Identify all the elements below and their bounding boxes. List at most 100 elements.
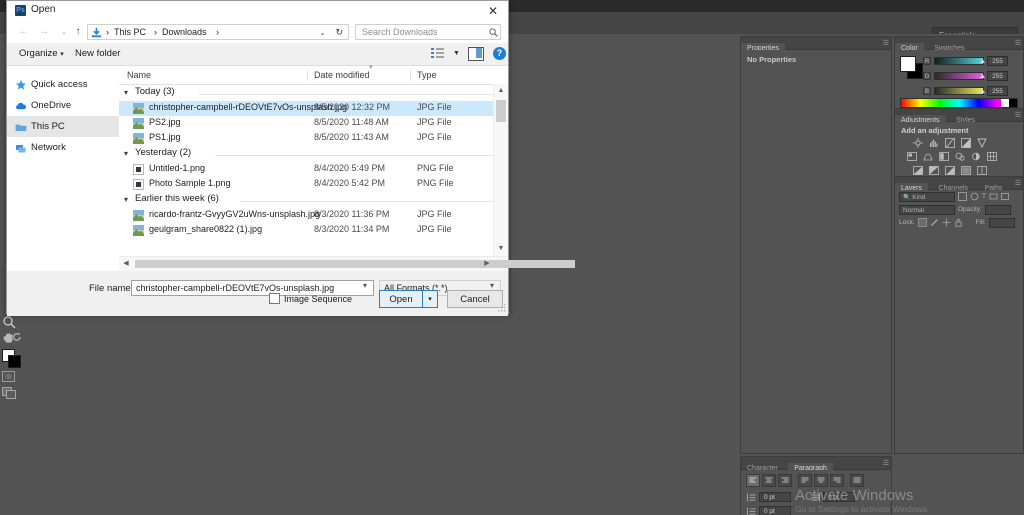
breadcrumb-this-pc[interactable]: This PC bbox=[114, 25, 146, 40]
adjustments-panel[interactable]: Adjustments Styles ☰ Add an adjustment bbox=[894, 108, 1024, 176]
forward-button[interactable]: → bbox=[37, 25, 51, 39]
adjustments-icon-grid[interactable] bbox=[895, 137, 1023, 176]
layers-filter-row[interactable]: 🔍 Kind T bbox=[895, 190, 1023, 203]
horizontal-scrollbar[interactable]: ◀ ▶ bbox=[119, 256, 575, 271]
file-name-chevron-down-icon[interactable]: ▾ bbox=[363, 281, 367, 290]
photo-filter-icon[interactable] bbox=[953, 151, 966, 162]
panel-menu-icon[interactable]: ☰ bbox=[1015, 39, 1021, 47]
paragraph-panel-body[interactable]: 0 pt 0 pt 0 pt bbox=[741, 470, 891, 515]
format-chevron-down-icon[interactable]: ▾ bbox=[490, 281, 494, 290]
paragraph-panel[interactable]: Character Paragraph ☰ 0 pt 0 pt 0 pt bbox=[740, 456, 892, 515]
scroll-left-icon[interactable]: ◀ bbox=[119, 257, 133, 271]
align-left-button[interactable] bbox=[746, 474, 760, 487]
filter-smart-icon[interactable] bbox=[1001, 188, 1010, 206]
filter-shape-icon[interactable] bbox=[989, 188, 998, 206]
new-folder-button[interactable]: New folder bbox=[75, 48, 120, 59]
adjustments-row-3[interactable] bbox=[901, 165, 1017, 176]
indent-first-line-value[interactable]: 0 pt bbox=[759, 506, 791, 515]
slider-thumb-icon[interactable] bbox=[980, 87, 985, 97]
group-header-today[interactable]: ▾ Today (3) bbox=[119, 85, 508, 101]
file-list-pane[interactable]: ▾ Name Date modified Type ▾ Today (3) ch… bbox=[119, 64, 575, 271]
back-button[interactable]: ← bbox=[17, 25, 31, 39]
layers-lock-row[interactable]: Lock: Fill: bbox=[895, 216, 1023, 229]
color-panel-body[interactable]: R 255 G 255 B 255 bbox=[895, 50, 1023, 112]
gradient-map-icon[interactable] bbox=[959, 165, 972, 176]
align-center-button[interactable] bbox=[762, 474, 776, 487]
brightness-contrast-icon[interactable] bbox=[911, 137, 924, 148]
dialog-main-area[interactable]: Quick access OneDrive This PC Network ▾ … bbox=[7, 64, 575, 271]
justify-last-left-button[interactable] bbox=[798, 474, 812, 487]
chevron-down-icon[interactable]: ▾ bbox=[124, 195, 128, 204]
table-row[interactable]: Untitled-1.png 8/4/2020 5:49 PM PNG File bbox=[119, 162, 508, 177]
column-header-date-modified[interactable]: Date modified bbox=[314, 66, 370, 84]
color-panel-tabs[interactable]: Color Swatches ☰ bbox=[895, 37, 1023, 55]
group-header-yesterday[interactable]: ▾ Yesterday (2) bbox=[119, 146, 508, 162]
selective-color-icon[interactable] bbox=[975, 165, 988, 176]
posterize-icon[interactable] bbox=[927, 165, 940, 176]
filter-pixel-icon[interactable] bbox=[958, 188, 967, 206]
table-row[interactable]: ricardo-frantz-GvyyGV2uWns-unsplash.jpg … bbox=[119, 208, 508, 223]
filter-adjustment-icon[interactable] bbox=[970, 188, 979, 206]
column-headers[interactable]: ▾ Name Date modified Type bbox=[119, 64, 508, 85]
chevron-down-icon[interactable]: ▼ bbox=[453, 50, 460, 57]
group-header-earlier-this-week[interactable]: ▾ Earlier this week (6) bbox=[119, 192, 508, 208]
cancel-button[interactable]: Cancel bbox=[447, 290, 503, 308]
color-lookup-icon[interactable] bbox=[985, 151, 998, 162]
levels-icon[interactable] bbox=[927, 137, 940, 148]
color-swatches[interactable] bbox=[2, 349, 21, 368]
breadcrumb-downloads[interactable]: Downloads bbox=[162, 25, 207, 40]
quick-mask-tool[interactable] bbox=[2, 371, 19, 387]
paragraph-panel-tabs[interactable]: Character Paragraph ☰ bbox=[741, 457, 891, 475]
black-white-icon[interactable] bbox=[937, 151, 950, 162]
table-row[interactable]: geulgram_share0822 (1).jpg 8/3/2020 11:3… bbox=[119, 223, 508, 238]
navigation-pane[interactable]: Quick access OneDrive This PC Network bbox=[7, 66, 120, 271]
chevron-down-icon[interactable]: ▾ bbox=[124, 149, 128, 158]
adjustments-row-1[interactable] bbox=[901, 137, 1017, 148]
indent-left-value[interactable]: 0 pt bbox=[759, 492, 791, 502]
scroll-right-icon[interactable]: ▶ bbox=[480, 257, 494, 271]
table-row[interactable]: PS2.jpg 8/5/2020 11:48 AM JPG File bbox=[119, 116, 508, 131]
white-swatch[interactable] bbox=[1001, 99, 1009, 107]
properties-panel[interactable]: Properties ☰ No Properties bbox=[740, 36, 892, 69]
scrollbar-thumb[interactable] bbox=[496, 100, 506, 122]
dialog-command-bar[interactable]: Organize ▾ New folder ▼ ? bbox=[7, 43, 508, 66]
panel-menu-icon[interactable]: ☰ bbox=[883, 39, 889, 47]
lock-image-icon[interactable] bbox=[930, 214, 939, 232]
sidebar-item-onedrive[interactable]: OneDrive bbox=[7, 95, 119, 116]
layer-filter-kind[interactable]: 🔍 Kind bbox=[899, 191, 955, 202]
curves-icon[interactable] bbox=[943, 137, 956, 148]
indent-right-field[interactable]: 0 pt bbox=[811, 492, 855, 502]
chevron-down-icon[interactable]: ▾ bbox=[124, 88, 128, 97]
layers-panel-body[interactable]: 🔍 Kind T Normal Opacity: Lock: Fill: bbox=[895, 190, 1023, 444]
dialog-navigation-bar[interactable]: ← → ⌄ ↑ › This PC › Downloads › ⌄ ↻ Sear… bbox=[7, 21, 508, 43]
zoom-tool[interactable] bbox=[2, 315, 19, 331]
channel-slider[interactable] bbox=[934, 72, 985, 80]
panel-menu-icon[interactable]: ☰ bbox=[1015, 111, 1021, 119]
color-balance-icon[interactable] bbox=[921, 151, 934, 162]
close-icon[interactable]: ✕ bbox=[478, 1, 508, 21]
adjustments-row-2[interactable] bbox=[901, 151, 1017, 162]
opacity-value[interactable] bbox=[984, 204, 1011, 215]
column-header-type[interactable]: Type bbox=[417, 66, 437, 84]
open-file-dialog[interactable]: Ps Open ✕ ← → ⌄ ↑ › This PC › Downloads … bbox=[6, 0, 575, 316]
channel-mixer-icon[interactable] bbox=[969, 151, 982, 162]
sidebar-item-this-pc[interactable]: This PC bbox=[7, 116, 119, 137]
indent-right-value[interactable]: 0 pt bbox=[823, 492, 855, 502]
layers-list[interactable] bbox=[895, 229, 1023, 444]
refresh-icon[interactable]: ↻ bbox=[335, 25, 343, 40]
align-right-button[interactable] bbox=[778, 474, 792, 487]
channel-slider[interactable] bbox=[934, 87, 985, 97]
vibrance-icon[interactable] bbox=[975, 137, 988, 148]
exposure-icon[interactable] bbox=[959, 137, 972, 148]
image-sequence-checkbox[interactable]: Image Sequence bbox=[269, 293, 352, 304]
resize-grip-icon[interactable] bbox=[498, 304, 506, 312]
paragraph-indent-fields[interactable]: 0 pt 0 pt 0 pt bbox=[741, 489, 891, 515]
checkbox-box[interactable] bbox=[269, 293, 280, 304]
up-button[interactable]: ↑ bbox=[71, 25, 85, 39]
adjustments-panel-tabs[interactable]: Adjustments Styles ☰ bbox=[895, 109, 1023, 127]
layers-panel[interactable]: Layers Channels Paths ☰ 🔍 Kind T Normal … bbox=[894, 176, 1024, 454]
channel-value[interactable]: 255 bbox=[987, 71, 1008, 81]
justify-last-right-button[interactable] bbox=[830, 474, 844, 487]
organize-button[interactable]: Organize ▾ bbox=[19, 48, 64, 59]
sidebar-item-quick-access[interactable]: Quick access bbox=[7, 74, 119, 95]
